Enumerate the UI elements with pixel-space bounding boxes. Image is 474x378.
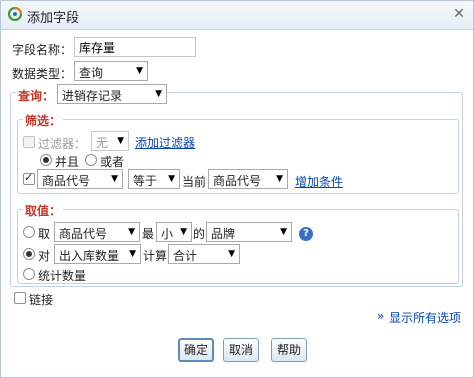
chevron-down-icon: ▼ — [129, 249, 136, 259]
data-type-label: 数据类型： — [12, 67, 73, 81]
query-value: 进销存记录 — [62, 89, 123, 103]
or-label: 或者 — [100, 155, 125, 169]
calc-function-select[interactable]: 合计 ▼ — [168, 244, 240, 264]
condition-operator-value: 等于 — [133, 174, 158, 188]
field-name-input[interactable] — [74, 37, 196, 57]
query-label: 查询： — [16, 87, 57, 104]
minmax-value: 小 — [161, 227, 174, 241]
close-icon[interactable]: ✕ — [451, 6, 467, 22]
take-label: 取 — [38, 227, 51, 241]
take-field-select[interactable]: 商品代号 ▼ — [54, 222, 140, 242]
help-question-icon[interactable]: ? — [299, 227, 313, 241]
pair-radio[interactable] — [23, 248, 35, 260]
chevron-down-icon: ▼ — [276, 174, 283, 184]
count-label: 统计数量 — [38, 269, 87, 283]
pair-field-select[interactable]: 出入库数量 ▼ — [54, 244, 141, 264]
calc-label: 计算 — [143, 249, 168, 263]
chevron-down-icon: ▼ — [155, 89, 162, 99]
query-select[interactable]: 进销存记录 ▼ — [57, 84, 167, 104]
condition-field-select[interactable]: 商品代号 ▼ — [37, 169, 123, 189]
add-field-dialog: 添加字段 ✕ 字段名称： 数据类型： 查询 ▼ 查询： 进销存记录 ▼ 筛选： … — [0, 0, 474, 378]
title-bar: 添加字段 ✕ — [1, 1, 473, 30]
pair-field-value: 出入库数量 — [59, 249, 120, 263]
value-section-title: 取值： — [23, 202, 64, 219]
filter-section-title: 筛选： — [23, 112, 64, 129]
and-radio[interactable] — [40, 154, 52, 166]
dialog-title: 添加字段 — [27, 11, 80, 26]
target-field-select[interactable]: 品牌 ▼ — [206, 222, 292, 242]
chevron-down-icon: ▼ — [111, 174, 118, 184]
chevron-down-icon: ▼ — [128, 227, 135, 237]
cancel-button[interactable]: 取消 — [223, 338, 259, 362]
filter-value: 无 — [96, 136, 109, 150]
add-filter-link[interactable]: 添加过滤器 — [135, 134, 195, 151]
chevron-down-icon: ▼ — [168, 174, 175, 184]
chevron-down-icon: ▼ — [180, 227, 187, 237]
pair-label: 对 — [38, 249, 51, 263]
link-checkbox[interactable] — [14, 292, 26, 304]
or-radio[interactable] — [85, 154, 97, 166]
add-condition-link[interactable]: 增加条件 — [295, 173, 343, 190]
double-chevron-down-icon[interactable]: » — [377, 309, 384, 323]
app-logo-icon — [8, 7, 22, 21]
take-radio[interactable] — [23, 226, 35, 238]
of-label: 的 — [193, 227, 206, 241]
help-button[interactable]: 帮助 — [271, 338, 307, 362]
calc-function-value: 合计 — [173, 249, 198, 263]
take-field-value: 商品代号 — [59, 227, 108, 241]
minmax-select[interactable]: 小 ▼ — [156, 222, 192, 242]
chevron-down-icon: ▼ — [136, 66, 143, 76]
condition-value: 商品代号 — [213, 174, 262, 188]
data-type-select[interactable]: 查询 ▼ — [74, 61, 148, 81]
chevron-down-icon: ▼ — [228, 249, 235, 259]
count-radio[interactable] — [23, 268, 35, 280]
condition-current-label: 当前 — [182, 175, 207, 189]
target-field-value: 品牌 — [211, 227, 236, 241]
condition-value-select[interactable]: 商品代号 ▼ — [208, 169, 288, 189]
ok-button[interactable]: 确定 — [178, 338, 214, 362]
field-name-label: 字段名称： — [12, 43, 73, 57]
filter-label: 过滤器： — [38, 137, 87, 151]
and-label: 并且 — [55, 155, 80, 169]
show-all-options-link[interactable]: 显示所有选项 — [389, 309, 461, 326]
filter-select[interactable]: 无 ▼ — [91, 131, 129, 151]
data-type-value: 查询 — [79, 66, 104, 80]
condition-checkbox[interactable] — [23, 171, 35, 185]
most-label: 最 — [142, 227, 155, 241]
chevron-down-icon: ▼ — [117, 136, 124, 146]
condition-field-value: 商品代号 — [42, 174, 91, 188]
chevron-down-icon: ▼ — [280, 227, 287, 237]
condition-operator-select[interactable]: 等于 ▼ — [128, 169, 180, 189]
link-label: 链接 — [29, 293, 54, 307]
filter-checkbox[interactable] — [23, 136, 35, 148]
